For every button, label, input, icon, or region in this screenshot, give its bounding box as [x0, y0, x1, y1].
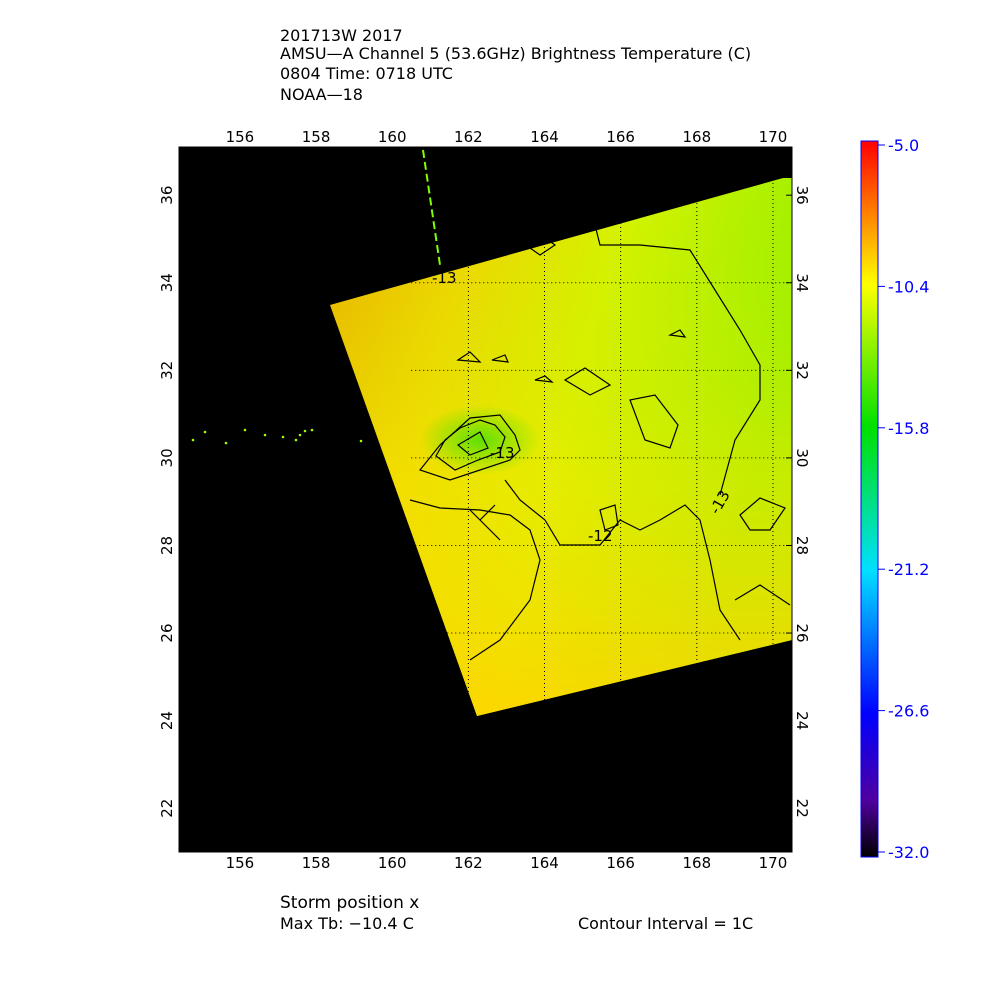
x-tick-label: 166 — [606, 854, 635, 872]
y-tick-label-left: 36 — [158, 186, 176, 205]
colorbar-tick-label: -26.6 — [888, 702, 929, 721]
y-tick-label-left: 32 — [158, 361, 176, 380]
contour-label: -12 — [588, 527, 613, 545]
colorbar-tick-label: -5.0 — [888, 136, 919, 155]
x-tick-label: 168 — [682, 128, 711, 146]
x-tick-label: 164 — [530, 854, 559, 872]
storm-position-label: Storm position x — [280, 893, 420, 913]
contour-label: -13 — [432, 269, 457, 287]
y-tick-label-right: 36 — [793, 186, 811, 205]
x-tick-label: 170 — [759, 128, 788, 146]
x-tick-label: 162 — [454, 854, 483, 872]
colorbar-tick-label: -32.0 — [888, 843, 929, 862]
y-tick-label-left: 24 — [158, 711, 176, 730]
colorbar-tick-label: -10.4 — [888, 277, 929, 296]
y-tick-label-right: 26 — [793, 624, 811, 643]
y-tick-label-left: 28 — [158, 536, 176, 555]
y-tick-label-right: 30 — [793, 448, 811, 467]
y-tick-label-left: 30 — [158, 448, 176, 467]
map-plot: -13 -13 -13 -12 156156158158160160162162… — [158, 128, 929, 872]
y-tick-label-left: 26 — [158, 624, 176, 643]
y-tick-label-right: 34 — [793, 273, 811, 292]
x-tick-label: 160 — [378, 128, 407, 146]
colorbar-ticks: -5.0 -10.4 -15.8 -21.2 -26.6 -32.0 — [878, 136, 929, 862]
y-tick-label-left: 34 — [158, 273, 176, 292]
y-tick-label-right: 32 — [793, 361, 811, 380]
x-tick-label: 158 — [302, 128, 331, 146]
colorbar — [860, 140, 879, 858]
x-tick-label: 162 — [454, 128, 483, 146]
colorbar-tick-label: -15.8 — [888, 419, 929, 438]
cold-anomaly — [420, 405, 540, 475]
colorbar-tick-label: -21.2 — [888, 560, 929, 579]
x-tick-label: 170 — [759, 854, 788, 872]
x-tick-label: 168 — [682, 854, 711, 872]
max-tb-label: Max Tb: −10.4 C — [280, 914, 414, 933]
y-tick-label-right: 24 — [793, 711, 811, 730]
x-tick-label: 156 — [226, 854, 255, 872]
y-tick-label-right: 28 — [793, 536, 811, 555]
x-tick-label: 164 — [530, 128, 559, 146]
y-tick-label-left: 22 — [158, 799, 176, 818]
x-tick-label: 160 — [378, 854, 407, 872]
x-tick-label: 166 — [606, 128, 635, 146]
contour-label: -13 — [490, 444, 515, 462]
x-tick-label: 156 — [226, 128, 255, 146]
y-tick-label-right: 22 — [793, 799, 811, 818]
contour-interval-label: Contour Interval = 1C — [578, 914, 754, 933]
x-tick-label: 158 — [302, 854, 331, 872]
